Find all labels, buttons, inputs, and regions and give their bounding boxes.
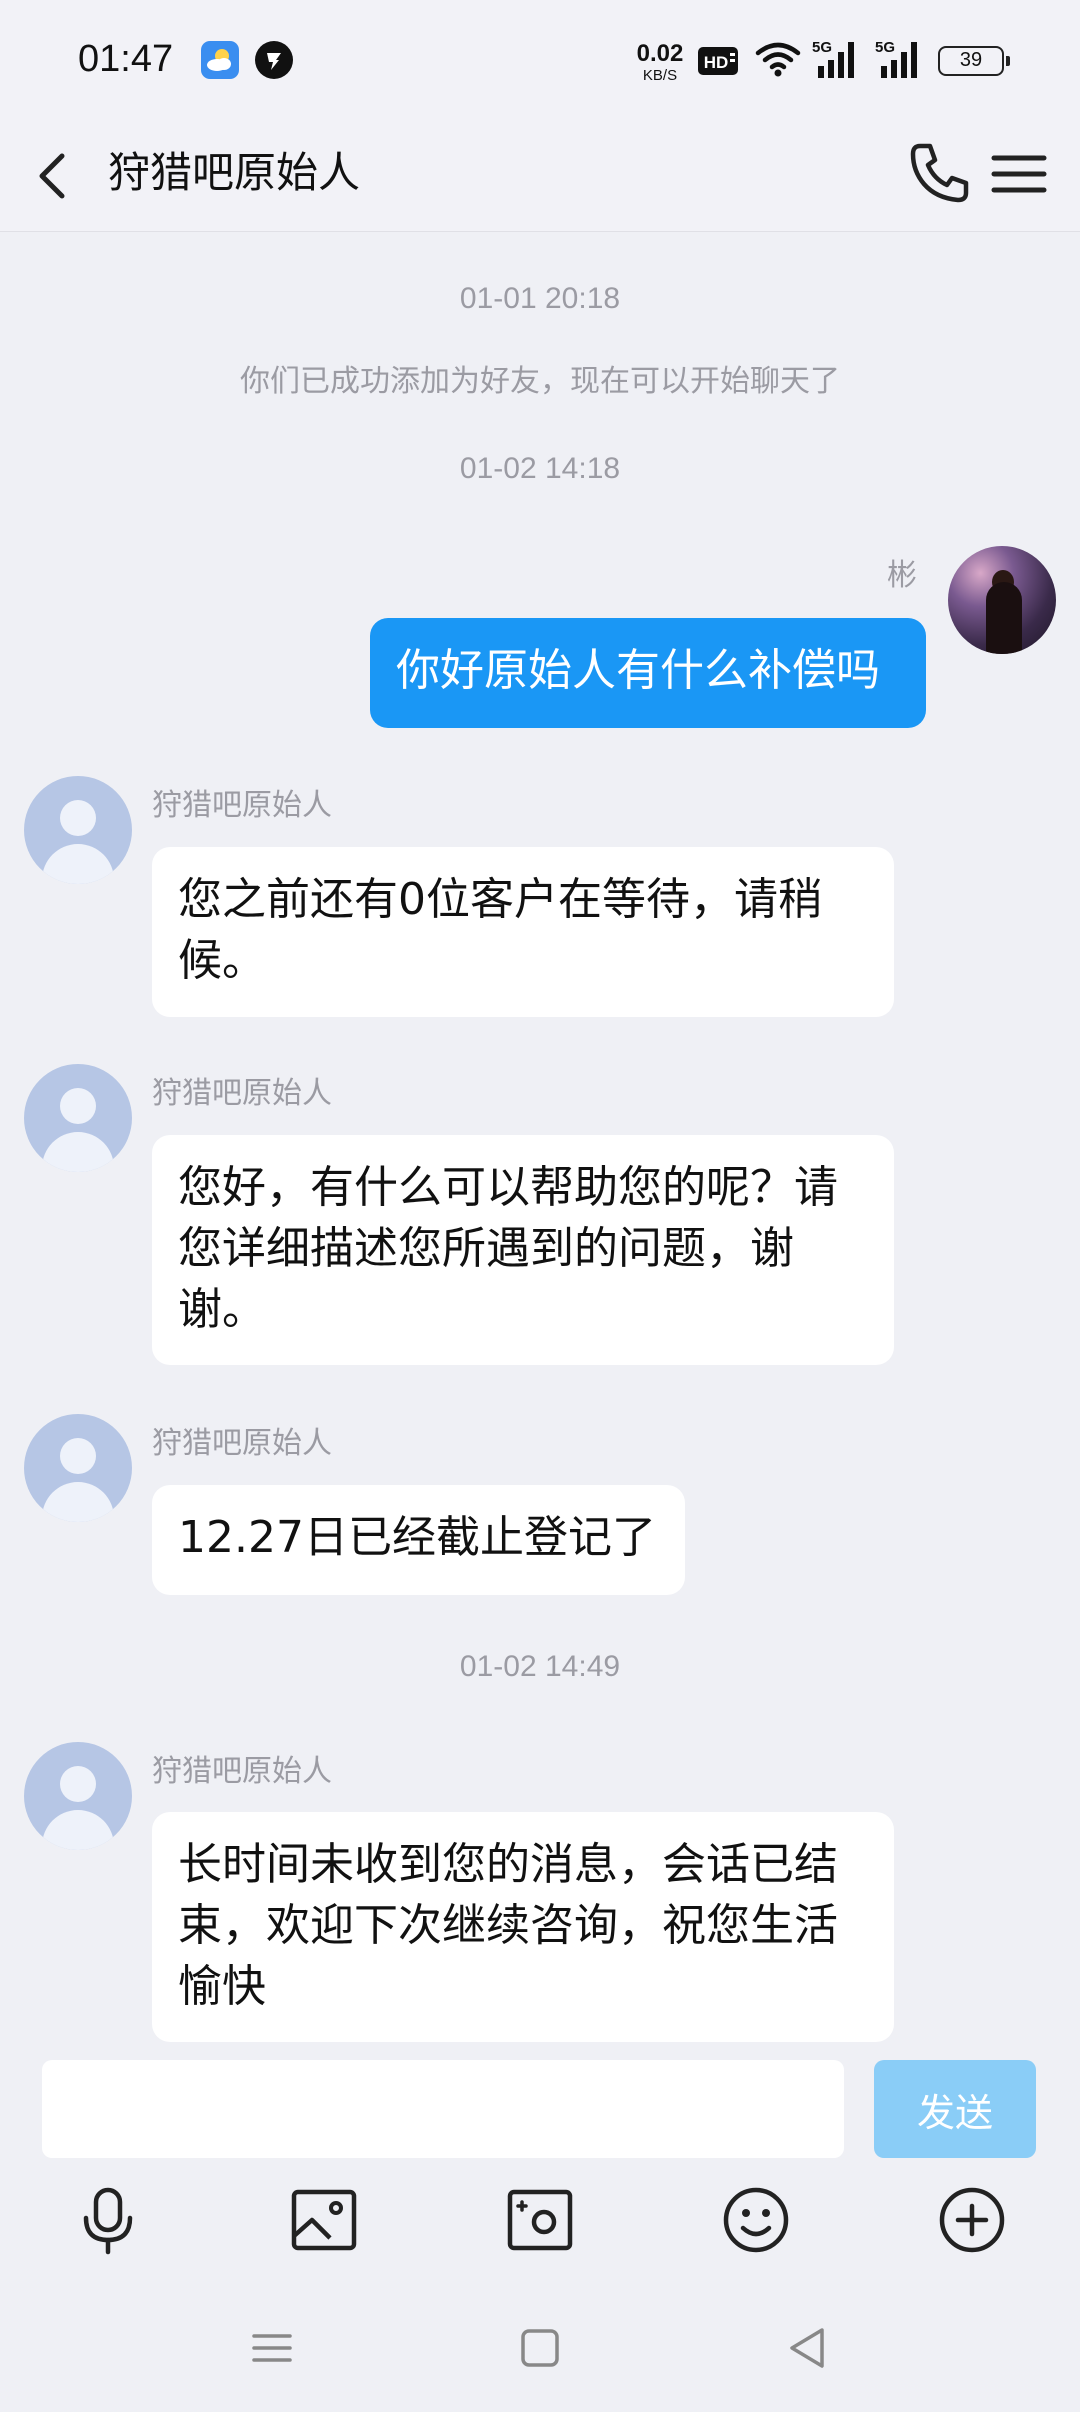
image-icon[interactable]: [284, 2180, 364, 2260]
more-icon[interactable]: [932, 2180, 1012, 2260]
signal-label-2: 5G: [875, 39, 895, 56]
message-bubble-incoming[interactable]: 12.27日已经截止登记了: [152, 1485, 685, 1595]
contact-avatar[interactable]: [24, 1064, 132, 1172]
sender-name: 狩猎吧原始人: [152, 1076, 332, 1111]
phone-icon[interactable]: [902, 134, 978, 214]
status-bar: 01:47 0.02 KB/S HD 5G 5G 39: [0, 0, 1080, 118]
self-name: 彬: [887, 558, 917, 593]
status-time: 01:47: [78, 38, 174, 80]
menu-icon[interactable]: [980, 134, 1060, 214]
chat-title: 狩猎吧原始人: [108, 148, 361, 197]
signal-label: 5G: [812, 39, 832, 56]
system-nav-bar: [0, 2280, 1080, 2412]
signal-icon: 5G: [812, 39, 854, 78]
back-nav-icon[interactable]: [768, 2308, 848, 2388]
message-bubble-outgoing[interactable]: 你好原始人有什么补偿吗: [370, 618, 926, 728]
input-bar: 发送: [0, 2042, 1080, 2172]
message-bubble-incoming[interactable]: 长时间未收到您的消息，会话已结束，欢迎下次继续咨询，祝您生活愉快: [152, 1812, 894, 2042]
contact-avatar[interactable]: [24, 1414, 132, 1522]
weather-icon: [201, 41, 239, 79]
timestamp: 01-02 14:49: [459, 1650, 621, 1683]
network-speed-value: 0.02: [636, 40, 684, 67]
network-speed: 0.02 KB/S: [630, 40, 690, 84]
app-notification-icon: [255, 41, 293, 79]
sender-name: 狩猎吧原始人: [152, 1754, 332, 1789]
message-list[interactable]: 01-01 20:18 你们已成功添加为好友，现在可以开始聊天了 01-02 1…: [0, 232, 1080, 2042]
hd-label: HD: [704, 53, 729, 72]
wifi-icon: [755, 42, 801, 77]
timestamp: 01-02 14:18: [459, 452, 621, 485]
send-button[interactable]: 发送: [874, 2060, 1036, 2158]
message-input[interactable]: [42, 2060, 844, 2158]
system-message: 你们已成功添加为好友，现在可以开始聊天了: [240, 364, 840, 399]
home-icon[interactable]: [500, 2308, 580, 2388]
hd-voice-icon: HD: [698, 47, 738, 75]
emoji-icon[interactable]: [716, 2180, 796, 2260]
message-bubble-incoming[interactable]: 您之前还有0位客户在等待，请稍候。: [152, 847, 894, 1017]
back-icon[interactable]: [26, 136, 106, 216]
sender-name: 狩猎吧原始人: [152, 788, 332, 823]
battery-icon: 39: [938, 46, 1010, 76]
signal-icon-2: 5G: [875, 39, 917, 78]
chat-header: 狩猎吧原始人: [0, 118, 1080, 232]
self-avatar[interactable]: [948, 546, 1056, 654]
camera-icon[interactable]: [500, 2180, 580, 2260]
chat-toolbar: [0, 2172, 1080, 2280]
sender-name: 狩猎吧原始人: [152, 1426, 332, 1461]
network-speed-unit: KB/S: [642, 67, 678, 84]
contact-avatar[interactable]: [24, 1742, 132, 1850]
voice-icon[interactable]: [68, 2180, 148, 2260]
timestamp: 01-01 20:18: [459, 282, 621, 315]
contact-avatar[interactable]: [24, 776, 132, 884]
recents-icon[interactable]: [232, 2308, 312, 2388]
message-bubble-incoming[interactable]: 您好，有什么可以帮助您的呢？请您详细描述您所遇到的问题，谢谢。: [152, 1135, 894, 1365]
